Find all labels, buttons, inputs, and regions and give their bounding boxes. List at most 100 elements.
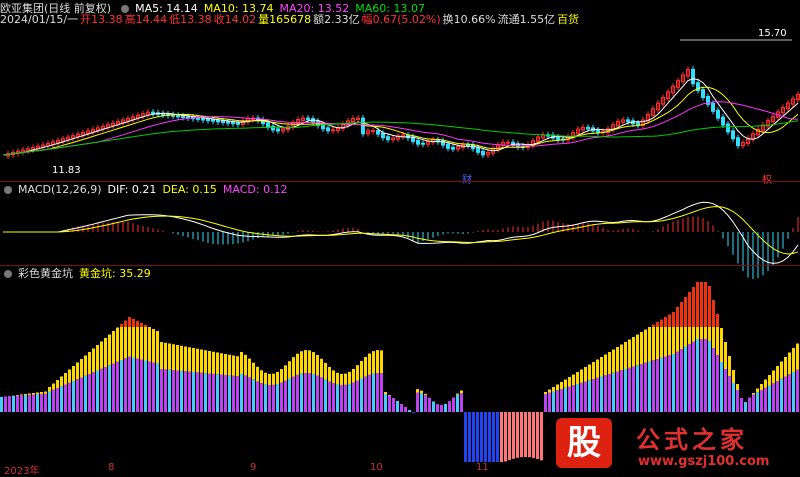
stock-chart-canvas[interactable]	[0, 0, 800, 476]
indicator-bar-base	[660, 358, 663, 412]
indicator-bar-yellow	[456, 394, 459, 395]
indicator-bar-red	[144, 325, 147, 327]
indicator-bar-yellow	[600, 357, 603, 377]
indicator-bar-red	[696, 282, 699, 327]
indicator-bar-yellow	[572, 375, 575, 386]
candle-body	[217, 120, 220, 122]
indicator-bar-base	[212, 374, 215, 412]
candle-body	[327, 128, 330, 131]
macd-title[interactable]: MACD(12,26,9)	[18, 183, 102, 197]
indicator-bar-yellow	[768, 375, 771, 386]
indicator-bar-base	[308, 373, 311, 412]
indicator-bar-yellow	[112, 331, 115, 364]
indicator-bar-yellow	[656, 322, 659, 359]
indicator-bar-base	[600, 377, 603, 413]
indicator-bar-base	[280, 383, 283, 412]
candle-body	[587, 127, 590, 129]
watermark-url: www.gszj100.com	[638, 454, 769, 469]
indicator-bar-yellow	[416, 389, 419, 392]
indicator-bar-yellow	[720, 328, 723, 362]
indicator-bar-base	[416, 393, 419, 412]
indicator-bar-yellow	[200, 350, 203, 373]
indicator-bar-red	[136, 321, 139, 327]
indicator-bar-base	[740, 398, 743, 412]
candle-body	[692, 69, 695, 83]
indicator-bar-yellow	[292, 357, 295, 376]
indicator-bar-yellow	[388, 395, 391, 396]
indicator-bar-yellow	[296, 354, 299, 375]
indicator-bar-base	[436, 404, 439, 412]
indicator-bar-base	[24, 395, 27, 412]
indicator-bar-yellow	[544, 392, 547, 394]
indicator-bar-yellow	[352, 369, 355, 383]
indicator-bar-base	[224, 375, 227, 412]
indicator-bar-base	[72, 381, 75, 412]
indicator-bar-base	[0, 397, 3, 412]
indicator-bar-base	[56, 388, 59, 412]
macd-settings-dot-icon[interactable]	[4, 186, 12, 194]
indicator-bar-base	[752, 395, 755, 413]
indicator-bar-base	[132, 358, 135, 413]
indicator-bar-base	[216, 374, 219, 412]
indicator-bar-yellow	[324, 363, 327, 380]
indicator-bar-base	[636, 365, 639, 412]
indicator-bar-base	[48, 392, 51, 413]
indicator-bar-red	[708, 286, 711, 327]
macd-header: MACD(12,26,9) DIF: 0.21 DEA: 0.15 MACD: …	[0, 183, 288, 197]
indicator-bar-base	[276, 384, 279, 412]
indicator-bar-yellow	[548, 390, 551, 393]
candle-body	[377, 131, 380, 135]
indicator-bar-pit	[512, 412, 515, 459]
indicator-bar-base	[760, 390, 763, 412]
indicator-bar-yellow	[56, 380, 59, 388]
indicator-bar-base	[776, 381, 779, 412]
indicator-bar-base	[292, 377, 295, 412]
watermark-title: 公式之家	[636, 420, 748, 455]
indicator-bar-yellow	[736, 384, 739, 390]
ma-line	[3, 102, 798, 155]
indicator-bar-yellow	[48, 387, 51, 392]
indicator-bar-base	[780, 379, 783, 412]
indicator-bar-base	[392, 398, 395, 412]
indicator-bar-yellow	[300, 351, 303, 373]
indicator-settings-dot-icon[interactable]	[4, 270, 12, 278]
indicator-bar-base	[296, 375, 299, 412]
indicator-bar-base	[764, 388, 767, 412]
indicator-bar-base	[152, 363, 155, 413]
indicator-bar-base	[432, 401, 435, 412]
high-price-marker: 15.70	[758, 28, 787, 39]
indicator-bar-base	[352, 382, 355, 412]
financial-report-marker[interactable]: 财	[462, 171, 472, 186]
indicator-bar-red	[652, 325, 655, 328]
indicator-bar-yellow	[384, 392, 387, 394]
indicator-bar-yellow	[284, 365, 287, 380]
indicator-bar-yellow	[236, 356, 239, 376]
indicator-title[interactable]: 彩色黄金坑	[18, 267, 73, 281]
indicator-bar-red	[668, 315, 671, 328]
indicator-bar-yellow	[628, 340, 631, 368]
indicator-bar-yellow	[772, 371, 775, 384]
indicator-bar-base	[232, 376, 235, 412]
indicator-bar-base	[120, 360, 123, 412]
indicator-bar-yellow	[68, 370, 71, 383]
indicator-bar-yellow	[228, 355, 231, 376]
indicator-bar-base	[248, 377, 251, 412]
candle-body	[727, 124, 730, 132]
indicator-bar-base	[384, 394, 387, 412]
indicator-bar-base	[328, 381, 331, 412]
indicator-bar-base	[460, 393, 463, 412]
indicator-bar-yellow	[604, 355, 607, 376]
indicator-bar-base	[680, 349, 683, 412]
candle-body	[452, 147, 455, 149]
indicator-bar-base	[612, 373, 615, 412]
indicator-bar-red	[684, 297, 687, 327]
indicator-bar-base	[736, 390, 739, 412]
indicator-bar-base	[340, 385, 343, 412]
indicator-bar-yellow	[84, 356, 87, 376]
rights-marker[interactable]: 权	[762, 171, 772, 186]
indicator-bar-yellow	[312, 352, 315, 374]
indicator-bar-pit	[488, 412, 491, 462]
indicator-bar-base	[332, 383, 335, 412]
indicator-bar-red	[692, 287, 695, 327]
indicator-bar-red	[700, 282, 703, 327]
